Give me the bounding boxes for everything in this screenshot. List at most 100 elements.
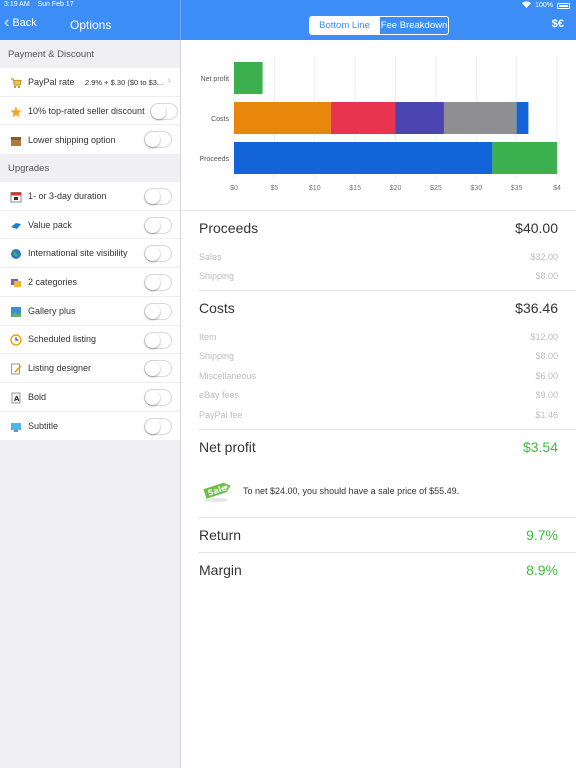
stacked-bar-chart: Net profit Costs Proceeds $0 $5 $10 $15 $20 $25 $… (199, 56, 561, 192)
x-tick-label: $5 (270, 185, 278, 192)
battery-percent: 100% (535, 2, 553, 9)
bold-label: Bold (28, 391, 47, 402)
row-gallery-plus: Gallery plus (0, 297, 180, 326)
bar-segment-proceeds-1 (492, 142, 557, 174)
row-paypal-rate[interactable]: PayPal rate 2.9% + $.30 ($0 to $3... › (0, 68, 180, 97)
categories-toggle[interactable] (144, 274, 172, 292)
costs-item-row: Item $12.00 (199, 325, 558, 345)
proceeds-value: $40.00 (515, 220, 558, 236)
category-label: Net profit (201, 76, 229, 83)
row-top-rated-discount: 10% top-rated seller discount (0, 97, 180, 126)
x-tick-label: $4 (553, 185, 561, 192)
costs-shipping-label: Shipping (199, 351, 235, 361)
summary-panel: Proceeds $40.00 Sales $32.00 Shipping $8… (181, 210, 576, 587)
box-icon (10, 134, 22, 146)
paypal-fee-value: $1.46 (535, 409, 558, 420)
nav-title: Options (70, 18, 112, 32)
row-international: International site visibility (0, 239, 180, 269)
net-profit-value: $3.54 (522, 438, 558, 455)
proceeds-sales-row: Sales $32.00 (199, 245, 558, 265)
item-label: Item (199, 331, 217, 342)
row-value-pack: Value pack (0, 211, 180, 240)
x-tick-label: $0 (230, 185, 238, 192)
categories-label: 2 categories (28, 276, 78, 287)
lower-shipping-label: Lower shipping option (28, 134, 116, 145)
international-label: International site visibility (28, 248, 128, 259)
net-profit-row: Net profit $3.54 (199, 430, 558, 464)
margin-value: 8.9% (526, 561, 558, 578)
tip-text: To net $24.00, you should have a sale pr… (243, 485, 460, 496)
top-rated-discount-label: 10% top-rated seller discount (28, 105, 145, 116)
paypal-fee-label: PayPal fee (199, 409, 243, 420)
svg-text:A: A (14, 395, 20, 403)
scheduled-label: Scheduled listing (28, 334, 97, 345)
scheduled-toggle[interactable] (144, 331, 172, 349)
ebay-fees-value: $9.00 (535, 390, 558, 400)
section-header-payment: Payment & Discount (8, 48, 95, 60)
margin-row: Margin 8.9% (199, 553, 558, 587)
duration-label: 1- or 3-day duration (28, 190, 107, 201)
upgrades-group: 1- or 3-day duration Value pack Internat… (0, 182, 180, 441)
subtitle-toggle[interactable] (144, 417, 172, 435)
x-tick-label: $35 (511, 185, 523, 192)
row-categories: 2 categories (0, 268, 180, 297)
row-duration: 1- or 3-day duration (0, 182, 180, 211)
bar-segment-net-profit-0 (234, 62, 263, 94)
status-time: 3:19 AM (4, 1, 30, 8)
costs-shipping-row: Shipping $8.00 (199, 345, 558, 365)
value-pack-toggle[interactable] (144, 216, 172, 234)
paypal-rate-value: 2.9% + $.30 ($0 to $3... (85, 78, 164, 87)
battery-icon (557, 2, 570, 9)
margin-label: Margin (199, 561, 242, 578)
bar-segment-costs-4 (516, 102, 529, 134)
chevron-left-icon: ‹ (4, 13, 10, 31)
currency-icon[interactable]: $€ (552, 18, 564, 30)
lower-shipping-toggle[interactable] (144, 131, 172, 149)
ebay-fees-label: eBay fees (199, 390, 240, 400)
gallery-icon (10, 305, 22, 317)
folders-icon (10, 276, 22, 288)
x-tick-label: $20 (390, 185, 402, 192)
bar-segment-costs-1 (330, 102, 396, 134)
sale-tag-icon: Sale (201, 477, 233, 503)
return-label: Return (199, 526, 242, 543)
status-bar-left: 3:19 AM Sun Feb 17 (4, 1, 74, 8)
costs-shipping-value: $8.00 (535, 351, 558, 361)
proceeds-shipping-row: Shipping $8.00 (199, 265, 558, 285)
x-tick-label: $25 (430, 185, 442, 192)
sale-price-tip: Sale To net $24.00, you should have a sa… (199, 466, 558, 517)
sale-tag-text: Sale (207, 483, 229, 498)
status-date: Sun Feb 17 (37, 1, 74, 8)
category-label: Costs (211, 116, 229, 123)
designer-toggle[interactable] (144, 360, 172, 378)
costs-row: Costs $36.46 (199, 291, 558, 325)
costs-ebay-fees-row: eBay fees $9.00 (199, 384, 558, 404)
bold-toggle[interactable] (144, 388, 172, 406)
segment-fee-breakdown[interactable]: Fee Breakdown (379, 17, 448, 34)
top-rated-discount-toggle[interactable] (150, 102, 178, 120)
international-toggle[interactable] (144, 245, 172, 263)
subtitle-label: Subtitle (28, 420, 59, 431)
misc-label: Miscellaneous (199, 370, 257, 381)
designer-label: Listing designer (28, 363, 92, 374)
paypal-rate-label: PayPal rate (28, 76, 75, 87)
bottom-line-chart: Net profit Costs Proceeds $0 $5 $10 $15 $20 $25 $… (181, 40, 576, 210)
gallery-plus-toggle[interactable] (144, 302, 172, 320)
wifi-icon (522, 1, 532, 10)
item-value: $12.00 (530, 331, 558, 342)
bar-segment-costs-2 (395, 102, 444, 134)
view-segmented-control[interactable]: Bottom Line Fee Breakdown (309, 16, 449, 35)
nav-divider (180, 0, 181, 40)
payment-group: PayPal rate 2.9% + $.30 ($0 to $3... › 1… (0, 68, 180, 155)
duration-toggle[interactable] (144, 188, 172, 206)
net-profit-label: Net profit (199, 438, 256, 455)
bar-segment-proceeds-0 (234, 142, 493, 174)
x-tick-label: $15 (349, 185, 361, 192)
proceeds-shipping-label: Shipping (199, 271, 235, 281)
section-header-upgrades: Upgrades (8, 162, 50, 174)
costs-value: $36.46 (515, 300, 558, 316)
segment-bottom-line[interactable]: Bottom Line (310, 17, 379, 34)
back-button[interactable]: ‹ Back (4, 13, 37, 31)
return-row: Return 9.7% (199, 518, 558, 552)
top-bar: 3:19 AM Sun Feb 17 100% ‹ Back Options B… (0, 0, 576, 40)
